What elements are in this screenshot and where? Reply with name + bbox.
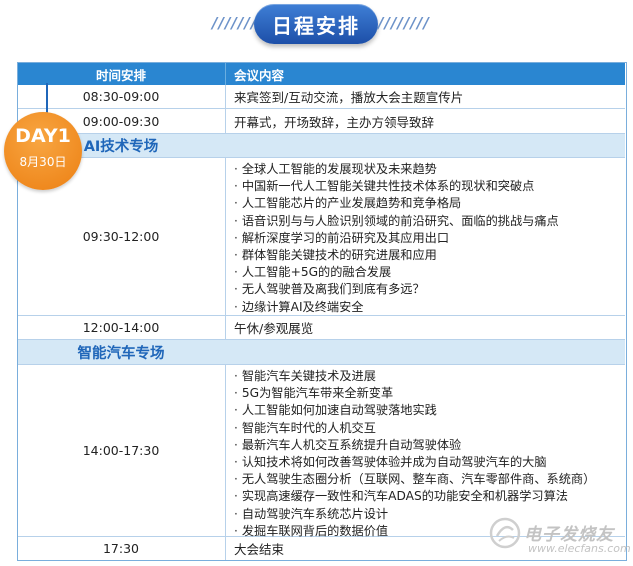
list-item: 无人驾驶普及离我们到底有多远？	[234, 281, 559, 298]
list-item: 智能汽车时代的人机交互	[234, 420, 595, 437]
row-time: 12:00-14:00	[82, 320, 160, 335]
watermark-url: www.elecfans.com	[528, 542, 631, 555]
table-row: 09:00-09:30 开幕式，开场致辞，主办方领导致辞	[18, 109, 625, 134]
watermark: 电子发烧友 www.elecfans.com	[488, 512, 631, 560]
list-item: 中国新一代人工智能关键共性技术体系的现状和突破点	[234, 178, 559, 195]
section-row-ai: AI技术专场	[18, 134, 625, 158]
list-item: 全球人工智能的发展现状及未来趋势	[234, 161, 559, 178]
row-time: 14:00-17:30	[82, 443, 160, 458]
table-row: 08:30-09:00 来宾签到/互动交流，播放大会主题宣传片	[18, 85, 625, 109]
list-item: 群体智能关键技术的研究进展和应用	[234, 247, 559, 264]
row-time: 17:30	[102, 541, 140, 556]
list-item: 语音识别与与人脸识别领域的前沿研究、面临的挑战与痛点	[234, 213, 559, 230]
list-item: 实现高速缓存一致性和汽车ADAS的功能安全和机器学习算法	[234, 488, 595, 505]
badge-date: 8月30日	[19, 155, 67, 169]
row-content: 午休/参观展览	[225, 316, 625, 339]
list-item: 5G为智能汽车带来全新变革	[234, 385, 595, 402]
elecfans-logo-icon	[489, 517, 521, 549]
badge-day: DAY1	[15, 125, 71, 147]
row-time: 08:30-09:00	[82, 89, 160, 104]
list-item: 智能汽车关键技术及进展	[234, 368, 595, 385]
agenda-list-ai: 全球人工智能的发展现状及未来趋势 中国新一代人工智能关键共性技术体系的现状和突破…	[234, 158, 559, 316]
row-content: 来宾签到/互动交流，播放大会主题宣传片	[225, 85, 625, 108]
list-item: 人工智能+5G的的融合发展	[234, 264, 559, 281]
list-item: 最新汽车人机交互系统提升自动驾驶体验	[234, 437, 595, 454]
row-content: 开幕式，开场致辞，主办方领导致辞	[225, 109, 625, 133]
column-header-content: 会议内容	[225, 63, 625, 85]
list-item: 边缘计算AI及终端安全	[234, 299, 559, 316]
list-item: 人工智能芯片的产业发展趋势和竞争格局	[234, 195, 559, 212]
decorative-stripes-right: ////////	[378, 14, 430, 32]
list-item: 认知技术将如何改善驾驶体验并成为自动驾驶汽车的大脑	[234, 454, 595, 471]
badge-connector-line	[46, 83, 48, 113]
header: //////// 日程安排 ////////	[0, 0, 633, 52]
list-item: 人工智能如何加速自动驾驶落地实践	[234, 402, 595, 419]
list-item: 解析深度学习的前沿研究及其应用出口	[234, 230, 559, 247]
day-badge: DAY1 8月30日	[4, 112, 82, 190]
section-row-car: 智能汽车专场	[18, 340, 625, 365]
table-row: 12:00-14:00 午休/参观展览	[18, 316, 625, 340]
column-header-time: 时间安排	[95, 67, 146, 83]
schedule-table: 时间安排 会议内容 08:30-09:00 来宾签到/互动交流，播放大会主题宣传…	[17, 62, 627, 561]
table-row: 09:30-12:00 全球人工智能的发展现状及未来趋势 中国新一代人工智能关键…	[18, 158, 625, 316]
section-title: 智能汽车专场	[77, 345, 165, 362]
table-header-row: 时间安排 会议内容	[18, 63, 625, 85]
page-title: 日程安排	[254, 4, 378, 44]
list-item: 无人驾驶生态圈分析（互联网、整车商、汽车零部件商、系统商）	[234, 471, 595, 488]
